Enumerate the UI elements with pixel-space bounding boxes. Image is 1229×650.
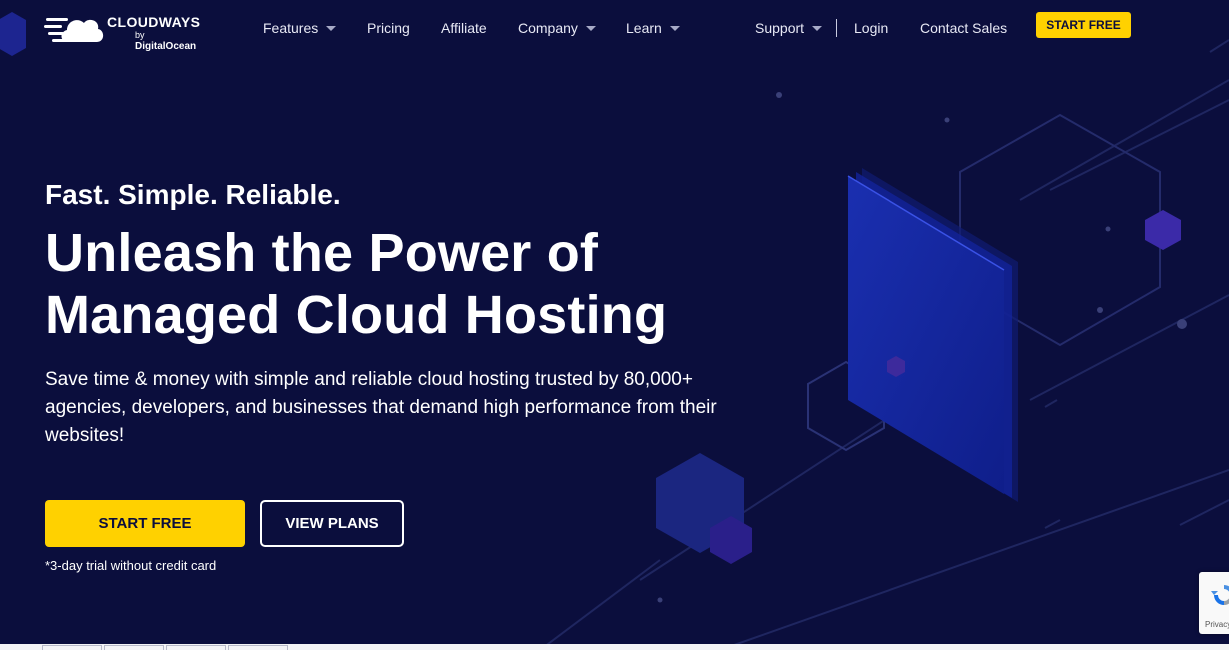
hero-headline: Unleash the Power of Managed Cloud Hosti… <box>45 222 667 346</box>
brand-by-company: DigitalOcean <box>135 41 197 52</box>
cloud-logo-icon <box>44 18 104 42</box>
cloudways-logo[interactable]: CLOUDWAYS by DigitalOcean <box>44 12 200 52</box>
header-start-free-button[interactable]: START FREE <box>1036 12 1131 38</box>
view-plans-button[interactable]: VIEW PLANS <box>260 500 404 547</box>
chevron-down-icon <box>585 26 596 31</box>
nav-item-affiliate[interactable]: Affiliate <box>441 19 487 37</box>
top-navigation: CLOUDWAYS by DigitalOcean Features Prici… <box>0 0 1229 56</box>
chevron-down-icon <box>326 26 337 31</box>
brand-name: CLOUDWAYS <box>107 14 201 30</box>
trial-note: *3-day trial without credit card <box>45 558 217 573</box>
recaptcha-privacy-label: Privacy <box>1205 620 1229 629</box>
chevron-down-icon <box>669 26 680 31</box>
nav-divider <box>836 19 837 37</box>
hero-tagline: Fast. Simple. Reliable. <box>45 179 341 210</box>
nav-item-support[interactable]: Support <box>755 19 823 37</box>
nav-item-label: Contact Sales <box>920 20 1008 36</box>
stacked-panels <box>847 168 1018 502</box>
bottom-tab-stub <box>42 645 102 650</box>
nav-item-label: Support <box>755 20 805 36</box>
nav-item-label: Learn <box>626 20 662 36</box>
page: CLOUDWAYS by DigitalOcean Features Prici… <box>0 0 1229 650</box>
chevron-down-icon <box>812 26 823 31</box>
hero-headline-line-2: Managed Cloud Hosting <box>45 285 668 345</box>
bottom-tab-stub <box>228 645 288 650</box>
nav-item-label: Company <box>518 20 578 36</box>
nav-item-label: Features <box>263 20 319 36</box>
recaptcha-badge[interactable]: Privacy <box>1199 572 1229 634</box>
brand-by-prefix: by <box>135 30 145 40</box>
nav-item-label: Pricing <box>367 20 410 36</box>
bottom-tab-stub <box>104 645 164 650</box>
recaptcha-icon <box>1211 585 1229 605</box>
contact-sales-link[interactable]: Contact Sales <box>920 19 1007 37</box>
brand-by-line: by DigitalOcean <box>107 30 200 52</box>
hero-headline-line-1: Unleash the Power of <box>45 223 599 283</box>
nav-item-pricing[interactable]: Pricing <box>367 19 410 37</box>
login-link[interactable]: Login <box>854 19 888 37</box>
start-free-button[interactable]: START FREE <box>45 500 245 547</box>
hero-description: Save time & money with simple and reliab… <box>45 369 717 446</box>
nav-item-features[interactable]: Features <box>263 19 337 37</box>
nav-item-company[interactable]: Company <box>518 19 596 37</box>
logo-wordmark: CLOUDWAYS by DigitalOcean <box>107 14 200 52</box>
solid-hexagon-right <box>1145 210 1181 250</box>
nav-item-learn[interactable]: Learn <box>626 19 680 37</box>
nav-item-label: Login <box>854 20 889 36</box>
nav-item-label: Affiliate <box>441 20 487 36</box>
bottom-tab-stub <box>166 645 226 650</box>
